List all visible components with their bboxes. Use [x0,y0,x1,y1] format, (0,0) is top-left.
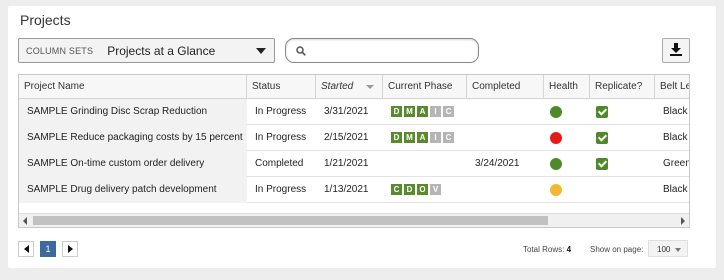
replicate-check-icon [596,158,608,170]
show-on-page-label: Show on page: [590,245,644,254]
total-rows: Total Rows: 4 [523,245,571,254]
download-button[interactable] [662,38,690,63]
header-label: Current Phase [388,81,453,92]
header-label: Status [252,81,281,92]
replicate-check-icon [596,106,608,118]
header-col-completed[interactable]: Completed [467,75,544,99]
phase-step: C [443,106,454,117]
health-status-icon [550,184,562,196]
belt-level-cell: Green Belt [663,158,690,169]
health-status-icon [550,132,562,144]
header-label: Started [321,81,354,92]
header-col-replicate[interactable]: Replicate? [590,75,655,99]
completed-cell [467,99,544,125]
health-status-icon [550,158,562,170]
phase-step: D [391,106,402,117]
column-sets-dropdown[interactable]: COLUMN SETS Projects at a Glance [18,38,275,63]
phase-indicator: DMAIC [391,132,454,143]
project-name-cell[interactable]: SAMPLE Grinding Disc Scrap Reduction [19,99,247,125]
page-title: Projects [20,12,71,28]
phase-step: D [391,132,402,143]
header-label: Project Name [24,81,85,92]
header-col-belt-level[interactable]: Belt Level [655,75,689,99]
phase-step: C [391,184,402,195]
column-sets-label: COLUMN SETS [26,45,94,56]
phase-step: C [443,132,454,143]
prev-page-button[interactable] [18,241,34,257]
phase-step: A [417,106,428,117]
started-cell: 1/13/2021 [324,184,369,195]
projects-grid: Project Name Status Started Current Phase Co… [18,74,690,228]
grid-header: Project Name Status Started Current Phase Co… [19,75,689,99]
phase-indicator: DMAIC [391,106,454,117]
download-icon [669,42,683,59]
header-label: Belt Level [660,81,689,92]
header-label: Completed [472,81,521,92]
header-label: Health [549,81,578,92]
scrollbar-thumb[interactable] [33,216,548,225]
project-name-cell[interactable]: SAMPLE Drug delivery patch development [19,177,247,203]
phase-step: A [417,132,428,143]
started-cell: 3/31/2021 [324,106,369,117]
table-row[interactable]: SAMPLE On-time custom order delivery Comp… [19,151,690,177]
pager: 1 [18,241,78,257]
total-rows-label: Total Rows: [523,245,565,254]
status-cell: In Progress [255,106,307,117]
header-col-status[interactable]: Status [247,75,316,99]
phase-step: M [404,132,415,143]
started-cell: 1/21/2021 [324,158,369,169]
status-cell: In Progress [255,132,307,143]
chevron-right-icon [67,245,73,253]
started-cell: 2/15/2021 [324,132,369,143]
page-size-select[interactable]: 100 [648,240,688,257]
status-cell: In Progress [255,184,307,195]
header-label: Replicate? [595,81,643,92]
next-page-button[interactable] [62,241,78,257]
scroll-left-icon[interactable] [23,217,27,225]
chevron-down-icon [256,48,266,54]
phase-step: O [417,184,428,195]
total-rows-count: 4 [566,245,572,254]
page-size-value: 100 [657,245,671,254]
phase-indicator: CDOV [391,184,441,195]
page-number-button[interactable]: 1 [40,241,56,257]
scroll-right-icon[interactable] [681,217,685,225]
health-status-icon [550,106,562,118]
table-row[interactable]: SAMPLE Grinding Disc Scrap Reduction In P… [19,99,689,125]
search-input[interactable] [285,38,479,63]
phase-step: D [404,184,415,195]
status-cell: Completed [255,158,304,169]
header-col-started[interactable]: Started [316,75,383,99]
horizontal-scrollbar[interactable] [19,213,689,227]
header-col-current-phase[interactable]: Current Phase [383,75,467,99]
phase-step: M [404,106,415,117]
replicate-check-icon [596,132,608,144]
phase-step: I [430,106,441,117]
sort-arrow-icon [366,85,374,89]
table-row[interactable]: SAMPLE Reduce packaging costs by 15 perc… [19,125,689,151]
belt-level-cell: Black Belt [663,184,689,195]
column-set-value: Projects at a Glance [107,43,216,58]
phase-step: V [430,184,441,195]
completed-cell: 3/24/2021 [475,158,520,169]
belt-level-cell: Black Belt [663,132,689,143]
table-row[interactable]: SAMPLE Drug delivery patch development In… [19,177,689,203]
completed-cell [467,177,544,203]
belt-level-cell: Black Belt [663,106,689,117]
project-name-cell[interactable]: SAMPLE On-time custom order delivery [19,151,247,177]
header-col-health[interactable]: Health [544,75,590,99]
search-icon [296,46,306,59]
chevron-down-icon [675,248,681,252]
completed-cell [467,125,544,151]
project-name-cell[interactable]: SAMPLE Reduce packaging costs by 15 perc… [19,125,247,151]
header-col-project-name[interactable]: Project Name [19,75,247,99]
chevron-left-icon [23,245,29,253]
phase-step: I [430,132,441,143]
